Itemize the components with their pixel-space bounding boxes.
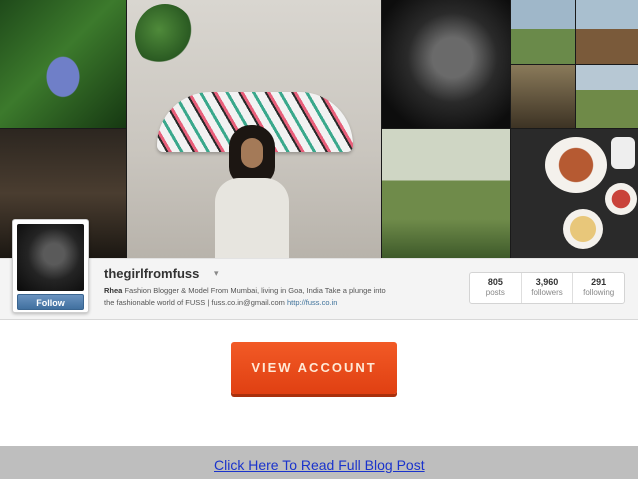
stat-following[interactable]: 291 following [573,273,624,303]
photo-tile[interactable] [382,0,510,128]
profile-username[interactable]: thegirlfromfuss [104,266,199,281]
view-account-button[interactable]: VIEW ACCOUNT [231,342,397,394]
cup-image [611,137,635,169]
chevron-down-icon[interactable]: ▾ [214,268,219,279]
photo-tile[interactable] [576,0,638,64]
stat-label: followers [531,288,563,297]
stat-label: posts [485,288,505,297]
avatar-card: Follow [12,219,89,313]
photo-tile[interactable] [511,65,575,128]
profile-stats: 805 posts 3,960 followers 291 following [469,272,625,304]
figure-face [241,138,263,168]
stat-followers[interactable]: 3,960 followers [522,273,574,303]
plant-image [135,4,195,68]
page: Follow thegirlfromfuss ▾ Rhea Fashion Bl… [0,0,638,479]
photo-tile[interactable] [511,129,638,258]
stat-posts[interactable]: 805 posts [470,273,522,303]
plate-image [563,209,603,249]
profile-bio: Rhea Fashion Blogger & Model From Mumbai… [104,285,454,309]
read-blog-post-link[interactable]: Click Here To Read Full Blog Post [214,457,425,473]
stat-count: 3,960 [535,277,559,287]
figure-body [215,178,289,258]
bio-name: Rhea [104,286,123,295]
photo-grid [0,0,638,258]
bio-text: Fashion Blogger & Model From Mumbai, liv… [124,286,386,295]
photo-tile[interactable] [511,0,575,64]
photo-tile[interactable] [576,65,638,128]
photo-tile[interactable] [0,0,126,128]
photo-tile-featured[interactable] [127,0,381,258]
stat-count: 291 [591,277,607,287]
bio-text: the fashionable world of FUSS | fuss.co.… [104,298,285,307]
avatar[interactable] [17,224,84,291]
bio-link[interactable]: http://fuss.co.in [287,298,337,307]
stat-count: 805 [487,277,503,287]
photo-tile[interactable] [382,129,510,258]
plate-image [605,183,637,215]
follow-button[interactable]: Follow [17,294,84,310]
plate-image [545,137,607,193]
stat-label: following [583,288,615,297]
